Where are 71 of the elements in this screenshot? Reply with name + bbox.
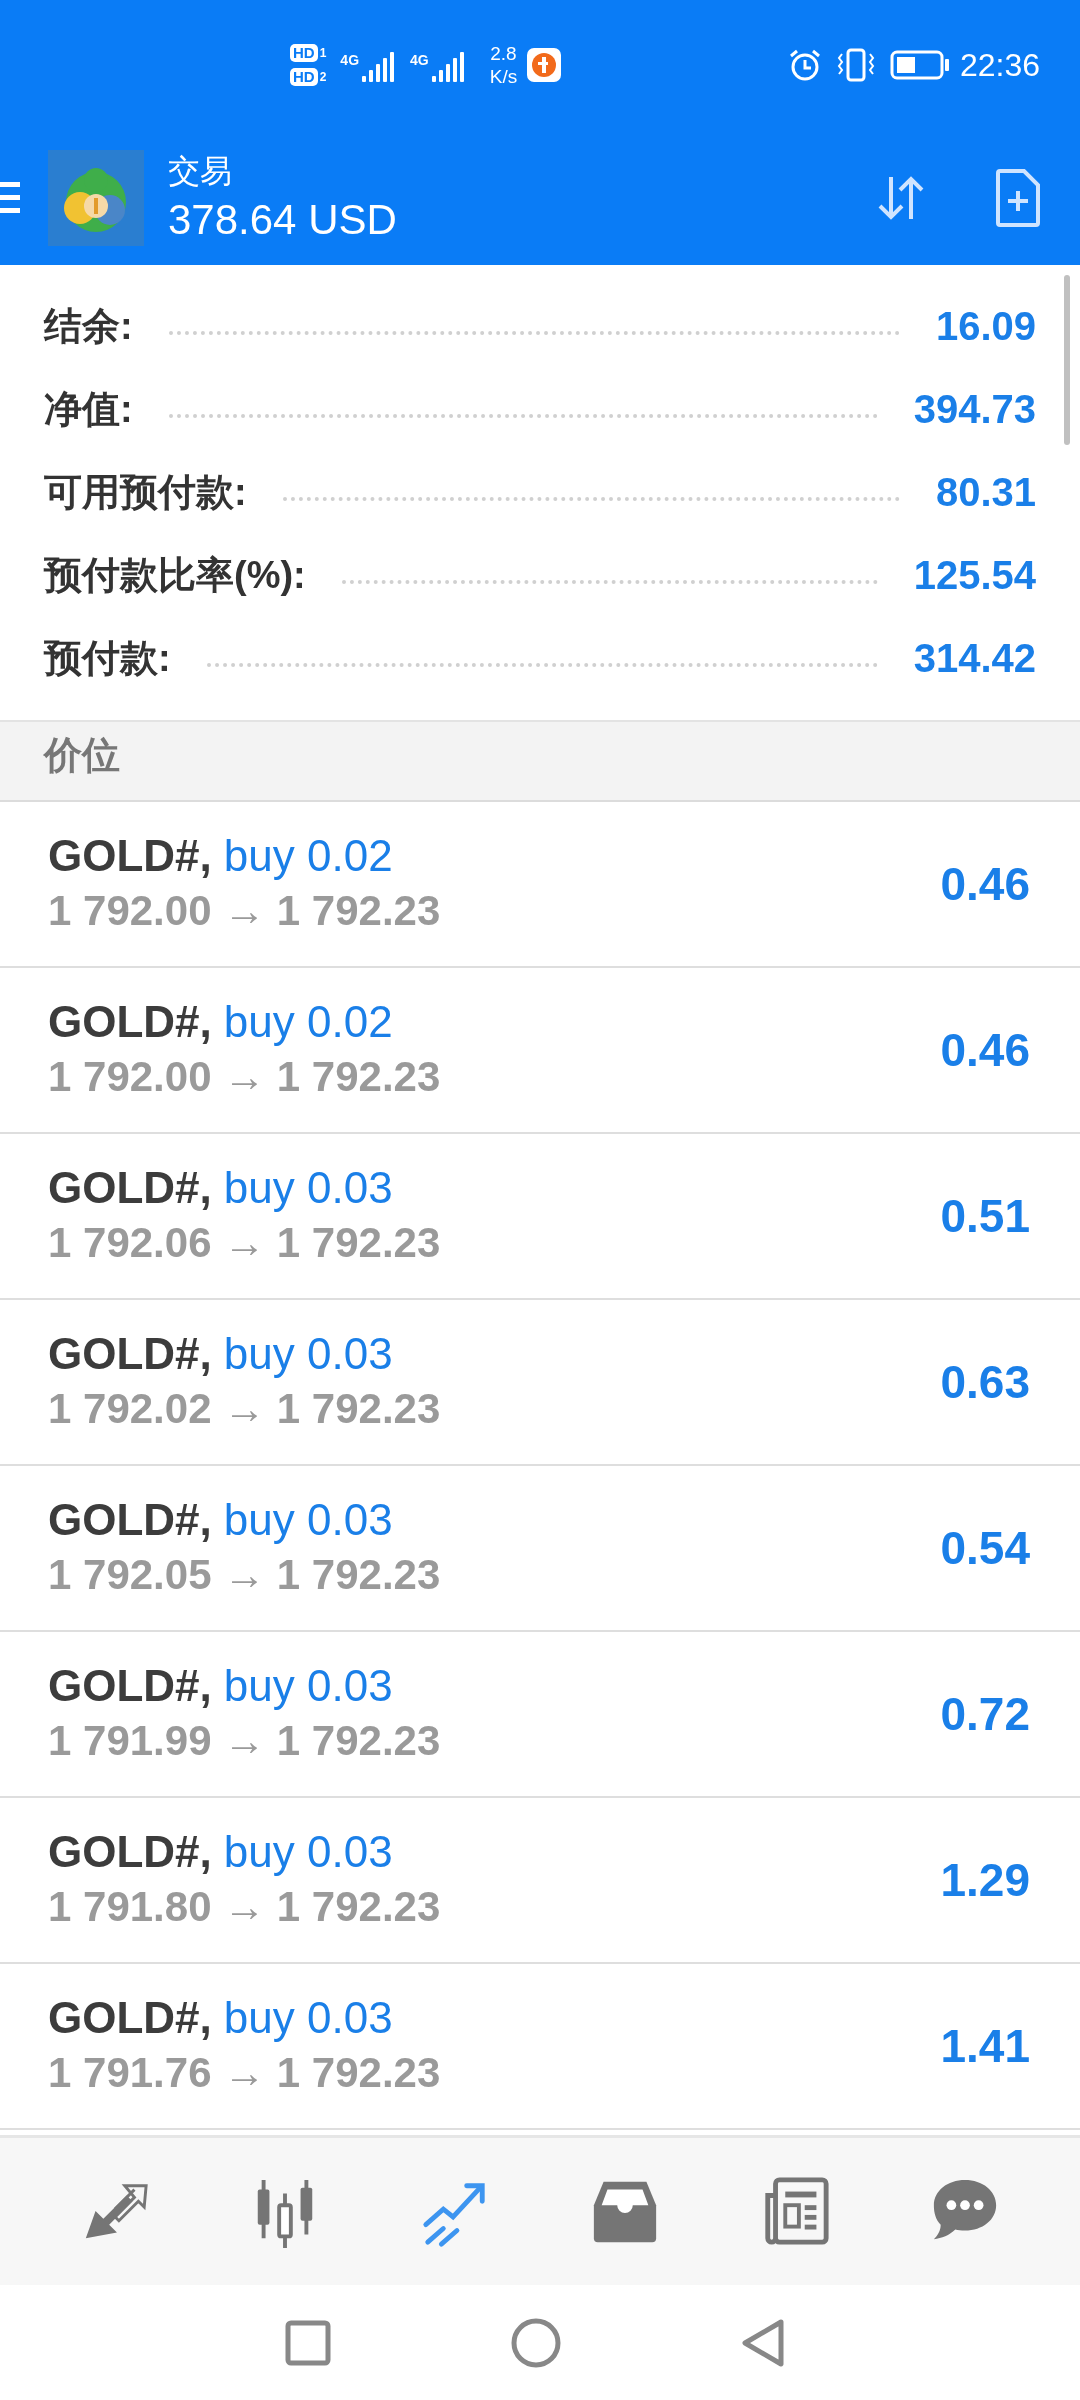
price-change: 1 792.02 → 1 792.23 bbox=[48, 1384, 442, 1434]
profit-value: 1.29 bbox=[940, 1853, 1030, 1907]
symbol-label: GOLD#, bbox=[48, 830, 212, 882]
summary-label: 结余: bbox=[44, 304, 133, 349]
account-balance: 378.64 USD bbox=[168, 194, 397, 245]
order-label: buy 0.03 bbox=[223, 1494, 393, 1546]
recents-button[interactable] bbox=[285, 2319, 331, 2366]
position-row[interactable]: GOLD#, buy 0.03 1 791.76 → 1 792.23 1.41 bbox=[0, 1964, 1080, 2130]
profit-value: 0.72 bbox=[940, 1687, 1030, 1741]
section-header: 价位 bbox=[44, 734, 120, 776]
price-change: 1 791.99 → 1 792.23 bbox=[48, 1716, 442, 1766]
sim-badge: HD bbox=[290, 44, 318, 62]
sim-badge: HD bbox=[290, 68, 318, 86]
order-label: buy 0.03 bbox=[223, 1328, 393, 1380]
network-label: 4G bbox=[410, 52, 429, 68]
app-logo-icon bbox=[48, 149, 144, 246]
summary-label: 预付款: bbox=[44, 636, 171, 681]
summary-value: 16.09 bbox=[935, 304, 1036, 349]
profit-value: 0.51 bbox=[940, 1189, 1030, 1243]
network-speed: 2.8 bbox=[490, 42, 517, 65]
price-change: 1 791.80 → 1 792.23 bbox=[48, 1882, 442, 1932]
position-row[interactable]: GOLD#, buy 0.03 1 791.80 → 1 792.23 1.29 bbox=[0, 1798, 1080, 1964]
symbol-label: GOLD#, bbox=[48, 1328, 212, 1380]
sim-number: 2 bbox=[319, 70, 327, 84]
order-label: buy 0.03 bbox=[223, 1162, 393, 1214]
clock-time: 22:36 bbox=[959, 46, 1040, 84]
symbol-label: GOLD#, bbox=[48, 1826, 212, 1878]
order-label: buy 0.03 bbox=[223, 1826, 393, 1878]
alarm-icon bbox=[787, 48, 822, 82]
order-label: buy 0.02 bbox=[223, 996, 393, 1048]
order-label: buy 0.03 bbox=[223, 1992, 393, 2044]
position-row[interactable]: GOLD#, buy 0.03 1 792.05 → 1 792.23 0.54 bbox=[0, 1466, 1080, 1632]
summary-label: 可用预付款: bbox=[44, 470, 247, 515]
summary-value: 80.31 bbox=[935, 470, 1036, 515]
profit-value: 0.63 bbox=[940, 1355, 1030, 1409]
summary-label: 净值: bbox=[44, 387, 133, 432]
profit-value: 0.46 bbox=[940, 1023, 1030, 1077]
price-change: 1 792.05 → 1 792.23 bbox=[48, 1550, 442, 1600]
vibrate-icon bbox=[835, 48, 876, 82]
symbol-label: GOLD#, bbox=[48, 1494, 212, 1546]
order-label: buy 0.02 bbox=[223, 830, 393, 882]
price-change: 1 792.00 → 1 792.23 bbox=[48, 886, 442, 936]
symbol-label: GOLD#, bbox=[48, 1992, 212, 2044]
battery-icon bbox=[889, 50, 950, 80]
position-row[interactable]: GOLD#, buy 0.02 1 792.00 → 1 792.23 0.46 bbox=[0, 802, 1080, 968]
home-button[interactable] bbox=[511, 2317, 561, 2368]
summary-value: 394.73 bbox=[913, 387, 1036, 432]
speed-unit: K/s bbox=[489, 65, 518, 88]
summary-label: 预付款比率(%): bbox=[44, 553, 306, 598]
order-label: buy 0.03 bbox=[223, 1660, 393, 1712]
price-change: 1 791.76 → 1 792.23 bbox=[48, 2048, 442, 2098]
position-row[interactable]: GOLD#, buy 0.03 1 791.99 → 1 792.23 0.72 bbox=[0, 1632, 1080, 1798]
position-row[interactable]: GOLD#, buy 0.03 1 792.06 → 1 792.23 0.51 bbox=[0, 1134, 1080, 1300]
sim-number: 1 bbox=[319, 46, 327, 60]
price-change: 1 792.00 → 1 792.23 bbox=[48, 1052, 442, 1102]
screen-title: 交易 bbox=[168, 151, 233, 191]
symbol-label: GOLD#, bbox=[48, 1162, 212, 1214]
network-label: 4G bbox=[340, 52, 360, 68]
back-button[interactable] bbox=[741, 2317, 785, 2368]
summary-value: 314.42 bbox=[913, 636, 1036, 681]
position-row[interactable]: GOLD#, buy 0.03 1 792.02 → 1 792.23 0.63 bbox=[0, 1300, 1080, 1466]
symbol-label: GOLD#, bbox=[48, 1660, 212, 1712]
app-notification-icon bbox=[527, 48, 562, 82]
summary-value: 125.54 bbox=[913, 553, 1036, 598]
position-row[interactable]: GOLD#, buy 0.02 1 792.00 → 1 792.23 0.46 bbox=[0, 968, 1080, 1134]
profit-value: 1.41 bbox=[940, 2019, 1030, 2073]
price-change: 1 792.06 → 1 792.23 bbox=[48, 1218, 442, 1268]
symbol-label: GOLD#, bbox=[48, 996, 212, 1048]
profit-value: 0.54 bbox=[940, 1521, 1030, 1575]
document-plus-icon bbox=[996, 168, 1040, 227]
profit-value: 0.46 bbox=[940, 857, 1030, 911]
